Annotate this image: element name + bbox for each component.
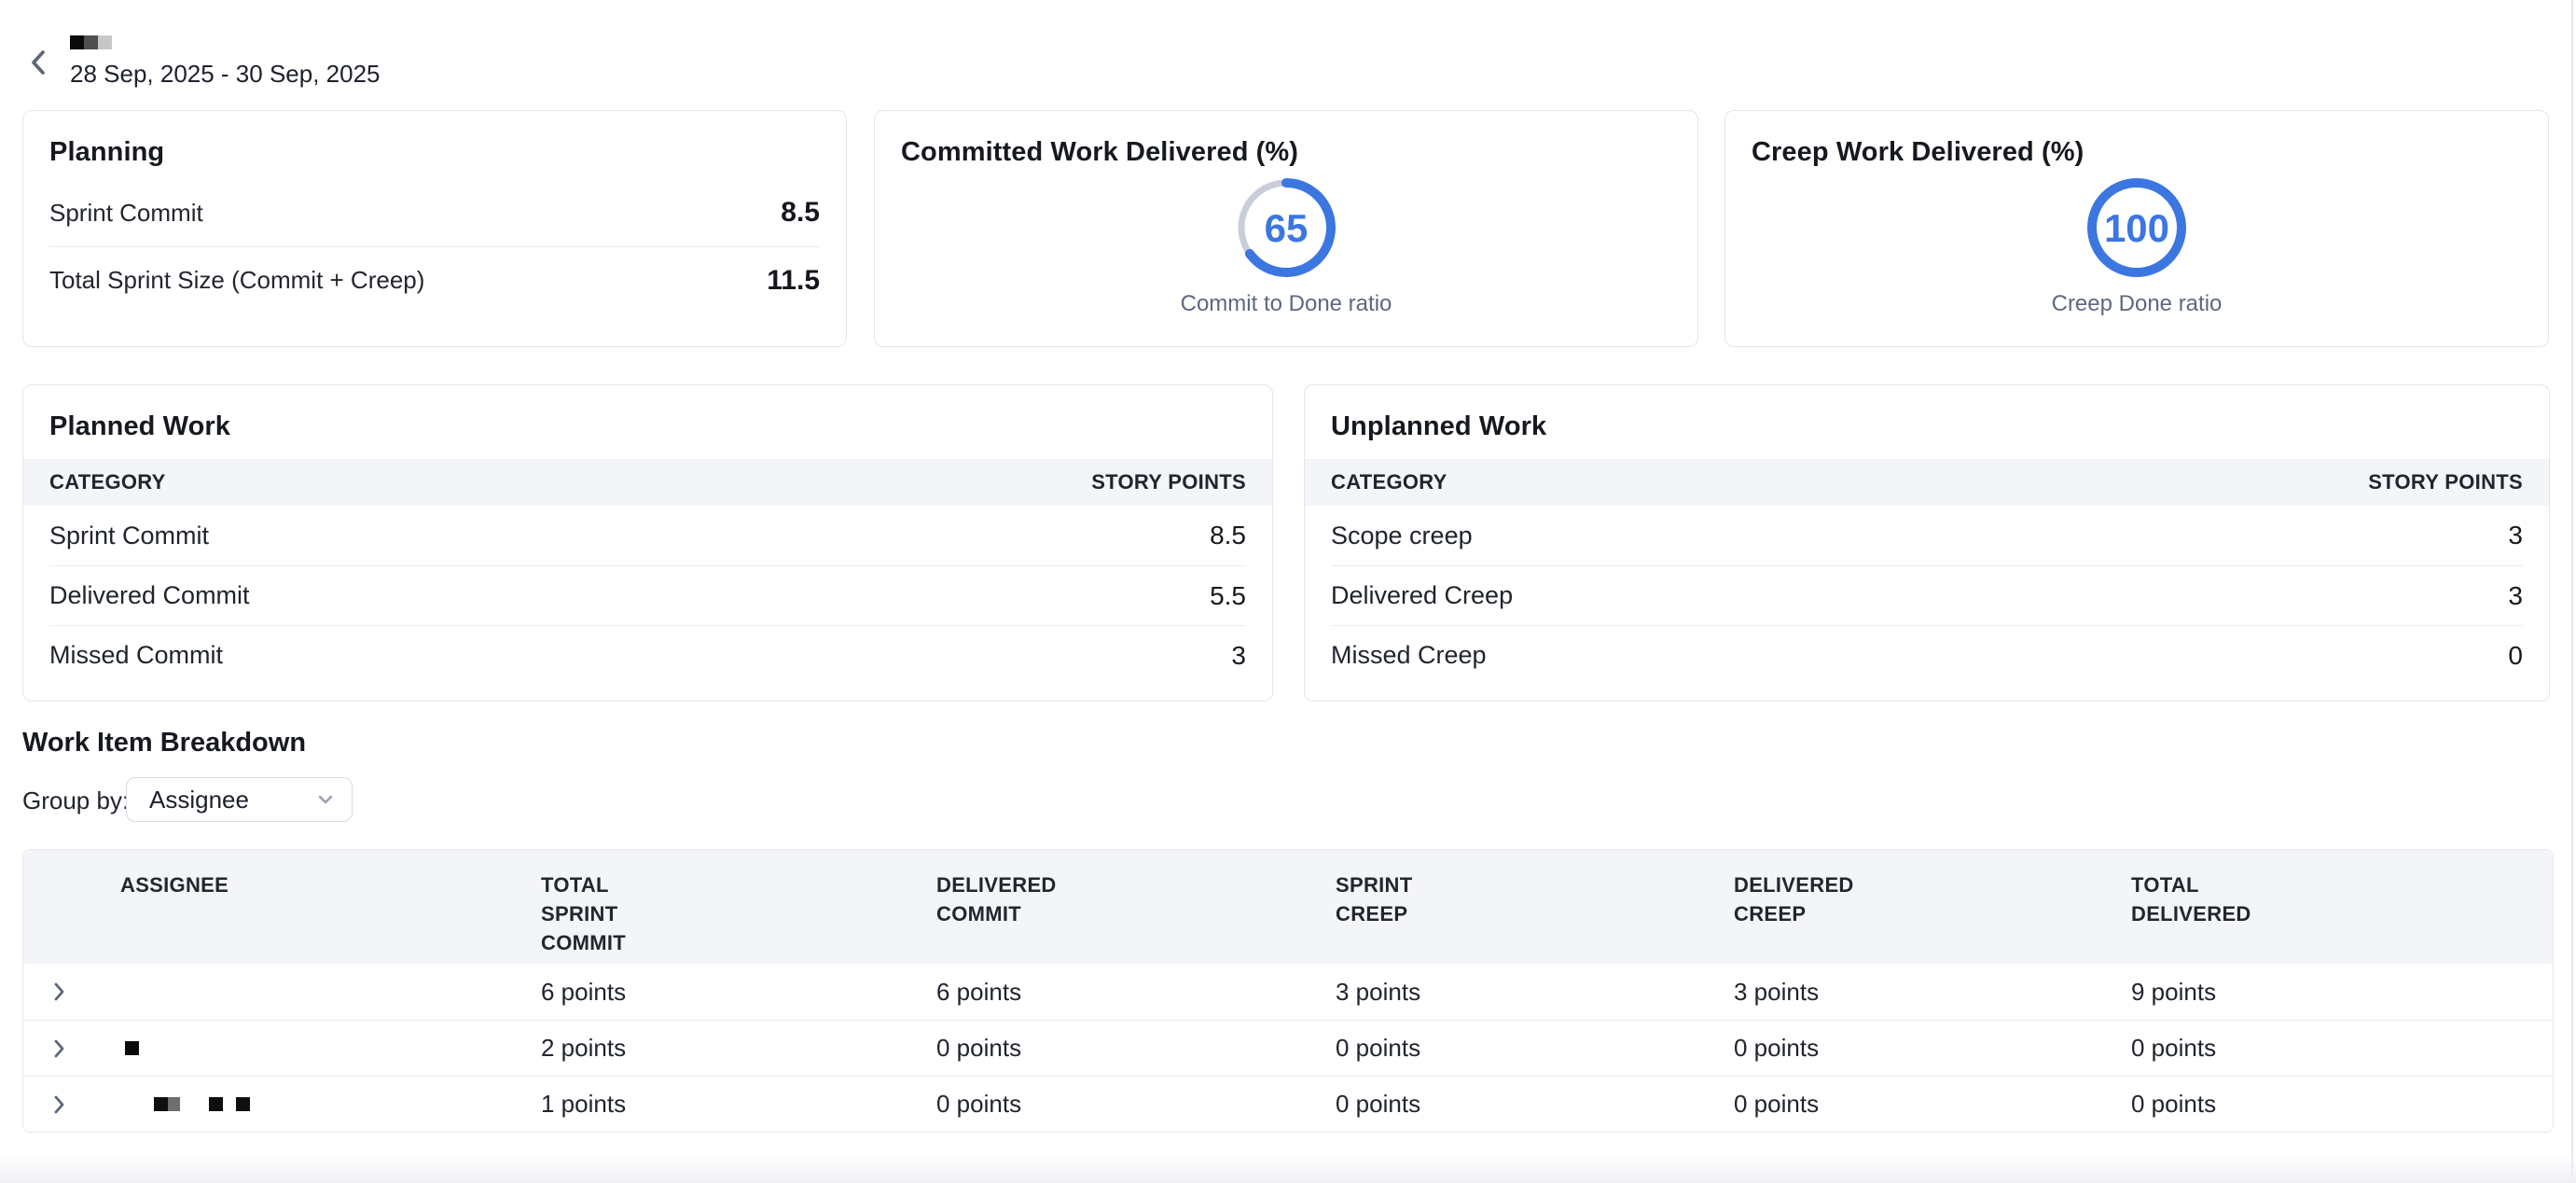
chevron-right-icon (54, 1095, 64, 1114)
unplanned-work-title: Unplanned Work (1305, 411, 2549, 442)
planning-card: Planning Sprint Commit 8.5 Total Sprint … (22, 110, 847, 347)
assignee-cell (120, 1097, 541, 1111)
category-cell: Delivered Commit (49, 581, 250, 610)
delivered-creep-cell: 0 points (1734, 1034, 2131, 1063)
creep-gauge: 100 (2081, 172, 2193, 284)
category-cell: Missed Creep (1331, 641, 1487, 670)
total-delivered-cell: 0 points (2131, 1034, 2553, 1063)
sprint-creep-cell: 0 points (1336, 1034, 1734, 1063)
column-header-story-points: STORY POINTS (2368, 470, 2523, 494)
unplanned-work-header-row: CATEGORY STORY POINTS (1305, 459, 2549, 506)
table-row: Sprint Commit 8.5 (49, 506, 1246, 565)
scroll-track-divider (2571, 0, 2573, 1183)
column-header-delivered-commit: DELIVERED COMMIT (936, 870, 1336, 928)
category-cell: Missed Commit (49, 641, 223, 670)
planning-row-value: 11.5 (767, 265, 820, 297)
committed-work-delivered-card: Committed Work Delivered (%) 65 Commit t… (874, 110, 1698, 347)
category-cell: Scope creep (1331, 522, 1473, 550)
committed-gauge: 65 (1230, 172, 1342, 284)
points-cell: 3 (2508, 521, 2523, 550)
planned-work-card: Planned Work CATEGORY STORY POINTS Sprin… (22, 384, 1273, 702)
sprint-report-page: 28 Sep, 2025 - 30 Sep, 2025 Planning Spr… (0, 0, 2576, 1183)
table-row: Delivered Creep 3 (1331, 565, 2523, 625)
committed-gauge-caption: Commit to Done ratio (1181, 291, 1392, 317)
table-row: 1 points 0 points 0 points 0 points 0 po… (23, 1076, 2553, 1132)
expand-row-button[interactable] (23, 1039, 120, 1058)
expand-row-button[interactable] (23, 982, 120, 1001)
expand-row-button[interactable] (23, 1095, 120, 1114)
column-header-delivered-creep: DELIVERED CREEP (1734, 870, 2131, 928)
breakdown-header-row: ASSIGNEE TOTAL SPRINT COMMIT DELIVERED C… (23, 850, 2553, 964)
category-cell: Sprint Commit (49, 522, 209, 550)
group-by-label: Group by: (22, 786, 129, 815)
total-delivered-cell: 0 points (2131, 1090, 2553, 1119)
delivered-creep-cell: 3 points (1734, 978, 2131, 1007)
planned-work-title: Planned Work (23, 411, 1272, 442)
report-title-redacted (70, 35, 112, 49)
table-row: Scope creep 3 (1331, 506, 2523, 565)
creep-card-title: Creep Work Delivered (%) (1752, 137, 2522, 168)
chevron-right-icon (54, 982, 64, 1001)
column-header-total-sprint-commit: TOTAL SPRINT COMMIT (541, 870, 936, 957)
sprint-creep-cell: 3 points (1336, 978, 1734, 1007)
assignee-cell (120, 1041, 541, 1055)
delivered-commit-cell: 0 points (936, 1034, 1336, 1063)
points-cell: 5.5 (1210, 581, 1246, 611)
column-header-total-delivered: TOTAL DELIVERED (2131, 870, 2553, 928)
chevron-left-icon (30, 49, 47, 77)
chevron-right-icon (54, 1039, 64, 1058)
column-header-category: CATEGORY (1331, 470, 1447, 494)
points-cell: 8.5 (1210, 521, 1246, 550)
svg-text:65: 65 (1265, 206, 1309, 250)
chevron-down-icon (318, 795, 333, 804)
column-header-sprint-creep: SPRINT CREEP (1336, 870, 1734, 928)
group-by-selected-value: Assignee (149, 786, 249, 814)
delivered-creep-cell: 0 points (1734, 1090, 2131, 1119)
points-cell: 3 (1231, 641, 1246, 671)
table-row: Delivered Commit 5.5 (49, 565, 1246, 625)
svg-text:100: 100 (2104, 206, 2169, 250)
work-item-breakdown-table: ASSIGNEE TOTAL SPRINT COMMIT DELIVERED C… (22, 849, 2554, 1133)
bottom-edge-shade (0, 1155, 2576, 1183)
planning-row-sprint-commit: Sprint Commit 8.5 (49, 179, 820, 246)
total-sprint-commit-cell: 1 points (541, 1090, 936, 1119)
points-cell: 3 (2508, 581, 2523, 611)
planning-row-label: Total Sprint Size (Commit + Creep) (49, 266, 424, 295)
column-header-category: CATEGORY (49, 470, 166, 494)
total-sprint-commit-cell: 2 points (541, 1034, 936, 1063)
table-row: 2 points 0 points 0 points 0 points 0 po… (23, 1020, 2553, 1076)
back-button[interactable] (24, 47, 52, 78)
planning-card-title: Planning (49, 137, 820, 168)
table-row: Missed Creep 0 (1331, 625, 2523, 685)
total-delivered-cell: 9 points (2131, 978, 2553, 1007)
planned-work-header-row: CATEGORY STORY POINTS (23, 459, 1272, 506)
committed-card-title: Committed Work Delivered (%) (901, 137, 1671, 168)
group-by-select[interactable]: Assignee (126, 777, 353, 822)
column-header-story-points: STORY POINTS (1091, 470, 1246, 494)
total-sprint-commit-cell: 6 points (541, 978, 936, 1007)
assignee-cell (120, 985, 541, 999)
delivered-commit-cell: 0 points (936, 1090, 1336, 1119)
creep-work-delivered-card: Creep Work Delivered (%) 100 Creep Done … (1724, 110, 2549, 347)
category-cell: Delivered Creep (1331, 581, 1513, 610)
column-header-assignee: ASSIGNEE (120, 870, 541, 899)
points-cell: 0 (2508, 641, 2523, 671)
delivered-commit-cell: 6 points (936, 978, 1336, 1007)
planning-row-label: Sprint Commit (49, 199, 203, 228)
table-row: 6 points 6 points 3 points 3 points 9 po… (23, 964, 2553, 1020)
table-row: Missed Commit 3 (49, 625, 1246, 685)
sprint-creep-cell: 0 points (1336, 1090, 1734, 1119)
creep-gauge-caption: Creep Done ratio (2052, 291, 2223, 317)
unplanned-work-card: Unplanned Work CATEGORY STORY POINTS Sco… (1304, 384, 2550, 702)
planning-row-value: 8.5 (781, 197, 820, 229)
sprint-date-range: 28 Sep, 2025 - 30 Sep, 2025 (70, 58, 381, 90)
work-item-breakdown-title: Work Item Breakdown (22, 728, 306, 759)
planning-row-total-sprint-size: Total Sprint Size (Commit + Creep) 11.5 (49, 246, 820, 313)
